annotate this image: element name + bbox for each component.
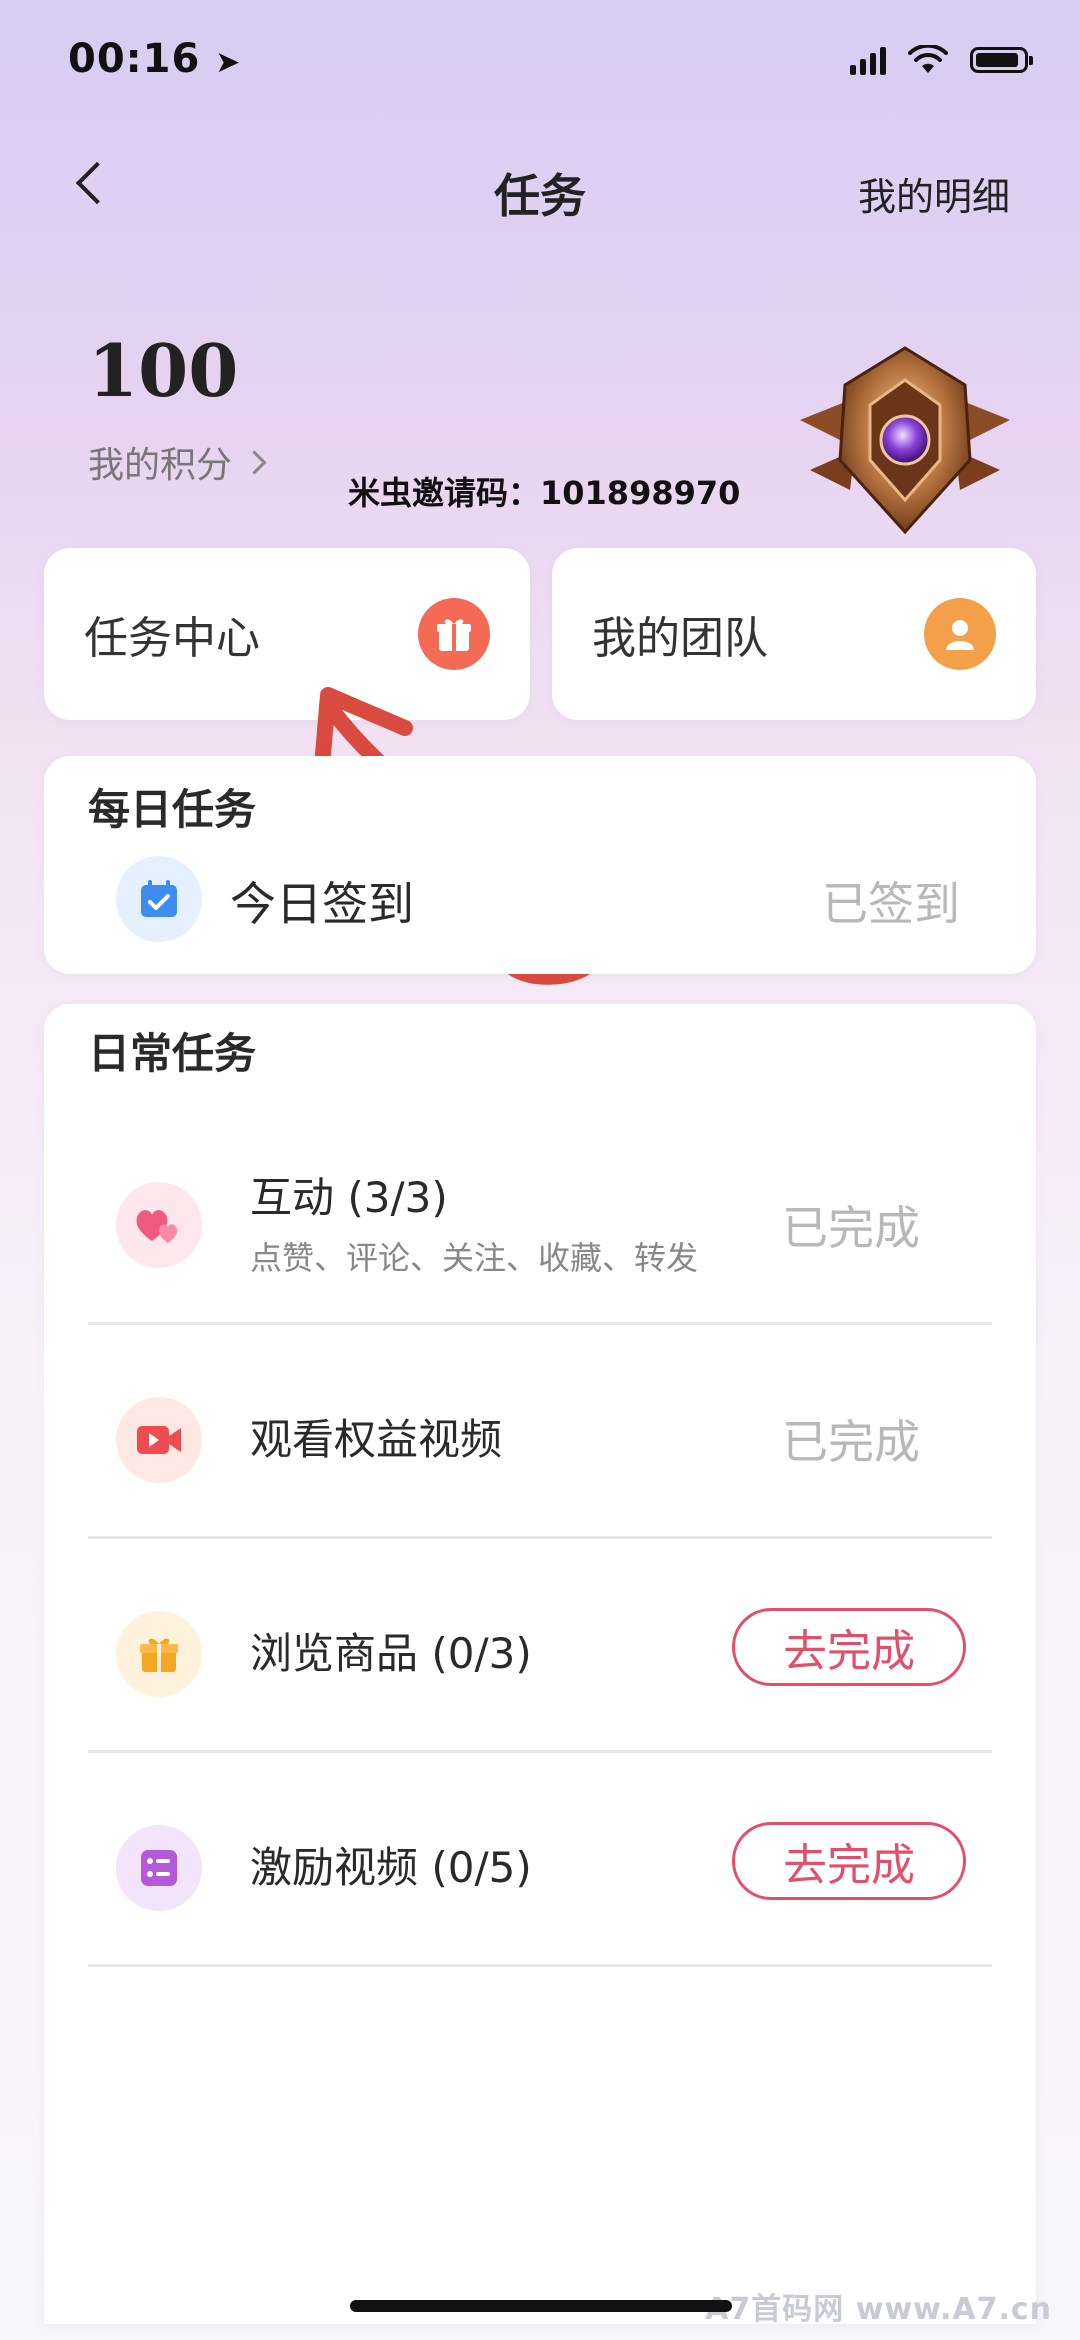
status-time: 00:16 ➤ bbox=[68, 36, 242, 82]
hearts-icon bbox=[116, 1182, 202, 1268]
watch-video-status: 已完成 bbox=[782, 1415, 920, 1469]
interact-status: 已完成 bbox=[782, 1201, 920, 1255]
routine-tasks-card: 日常任务 互动 (3/3) 点赞、评论、关注、收藏、转发 已完成 观看权益视频 … bbox=[44, 1004, 1036, 2324]
status-icons bbox=[850, 40, 1033, 80]
routine-tasks-title: 日常任务 bbox=[88, 1029, 257, 1078]
watch-video-title: 观看权益视频 bbox=[250, 1415, 503, 1464]
incentive-video-title: 激励视频 (0/5) bbox=[250, 1843, 532, 1892]
invite-code-text: 米虫邀请码：101898970 bbox=[348, 474, 741, 512]
points-label: 我的积分 bbox=[88, 445, 233, 486]
wifi-icon bbox=[908, 45, 948, 73]
points-link[interactable]: 我的积分 bbox=[88, 436, 267, 488]
points-value: 100 bbox=[88, 328, 239, 413]
location-arrow-icon: ➤ bbox=[215, 45, 242, 80]
home-indicator[interactable] bbox=[350, 2300, 732, 2312]
person-icon bbox=[924, 598, 996, 670]
checkin-status: 已签到 bbox=[822, 877, 960, 931]
video-camera-icon bbox=[116, 1397, 202, 1483]
daily-tasks-card: 每日任务 今日签到 已签到 bbox=[44, 756, 1036, 974]
calendar-check-icon bbox=[116, 856, 202, 942]
my-detail-link[interactable]: 我的明细 bbox=[858, 166, 1010, 221]
battery-icon bbox=[970, 47, 1033, 73]
interact-title: 互动 (3/3) bbox=[250, 1173, 448, 1222]
divider bbox=[88, 1964, 992, 1967]
cellular-signal-icon bbox=[850, 45, 886, 75]
divider bbox=[88, 1322, 992, 1325]
browse-goods-go-button[interactable]: 去完成 bbox=[732, 1608, 966, 1686]
checklist-icon bbox=[116, 1825, 202, 1911]
incentive-video-go-button[interactable]: 去完成 bbox=[732, 1822, 966, 1900]
rank-badge-icon bbox=[800, 346, 1010, 535]
chevron-right-icon bbox=[242, 449, 267, 475]
watermark-text: A7首码网 www.A7.cn bbox=[705, 2292, 1052, 2327]
checkin-title: 今日签到 bbox=[230, 877, 414, 931]
interact-subtitle: 点赞、评论、关注、收藏、转发 bbox=[250, 1239, 699, 1277]
divider bbox=[88, 1536, 992, 1539]
interact-task-text: 互动 (3/3) 点赞、评论、关注、收藏、转发 bbox=[250, 1164, 698, 1279]
task-center-label: 任务中心 bbox=[84, 613, 260, 664]
gift-box-icon bbox=[116, 1611, 202, 1697]
divider bbox=[88, 1750, 992, 1753]
daily-tasks-title: 每日任务 bbox=[88, 785, 257, 834]
browse-goods-title: 浏览商品 (0/3) bbox=[250, 1629, 532, 1678]
